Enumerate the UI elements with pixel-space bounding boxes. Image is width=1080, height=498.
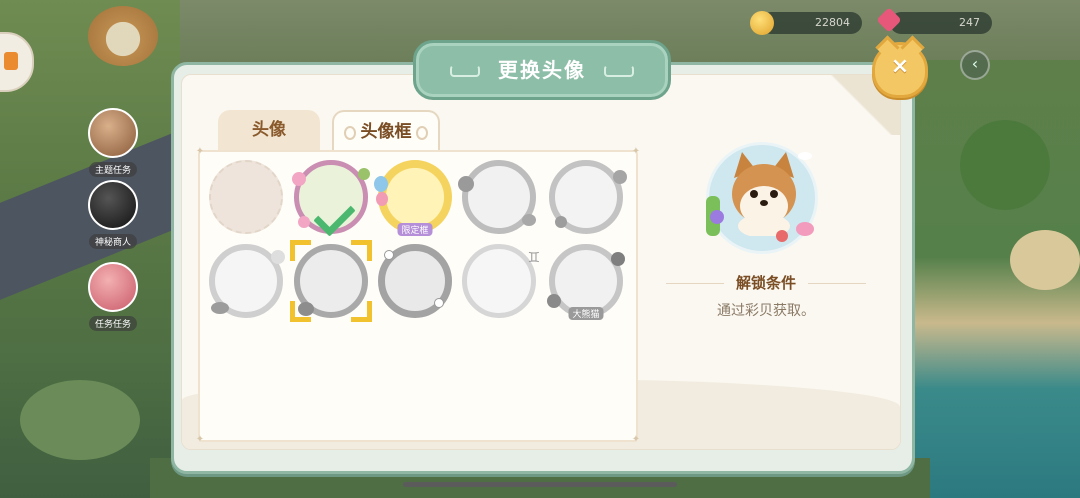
pearl-decoration bbox=[384, 250, 394, 260]
left-icon-2[interactable]: 神秘商人 bbox=[78, 180, 148, 249]
left-icon-3[interactable]: 任务任务 bbox=[78, 262, 148, 331]
player-avatar-hud[interactable] bbox=[88, 6, 158, 66]
frame-item-blossom-cloud[interactable] bbox=[209, 244, 285, 318]
frame-tag: 限定框 bbox=[397, 223, 433, 236]
frame-item-panda-friends[interactable]: 大熊猫 bbox=[547, 244, 625, 320]
frame-ring bbox=[209, 160, 283, 234]
frame-item-balloon-party[interactable]: 限定框 bbox=[374, 160, 452, 236]
starfish-decoration bbox=[776, 230, 788, 242]
selection-corner bbox=[290, 301, 311, 322]
dialog-title: 更换头像 bbox=[498, 58, 586, 82]
panda-decoration bbox=[611, 252, 625, 266]
shiba-avatar-icon bbox=[732, 152, 796, 236]
avatar-preview bbox=[700, 136, 824, 260]
frame-item-gemini-mark[interactable]: ♊ bbox=[462, 244, 540, 318]
frame-item-seashell[interactable] bbox=[290, 240, 372, 322]
flower-decoration bbox=[298, 216, 310, 228]
ornament-decoration bbox=[555, 216, 567, 228]
frame-tag: 大熊猫 bbox=[568, 307, 604, 320]
frame-item-tropical-leaf[interactable] bbox=[458, 160, 536, 234]
ornament-decoration bbox=[613, 170, 627, 184]
close-button[interactable]: × bbox=[872, 42, 928, 98]
pearl-decoration bbox=[434, 298, 444, 308]
frame-item-empty[interactable] bbox=[209, 160, 283, 234]
selection-corner bbox=[351, 301, 372, 322]
seagull-decoration bbox=[798, 152, 812, 160]
tab-avatar[interactable]: 头像 bbox=[218, 110, 320, 150]
selection-corner bbox=[290, 240, 311, 261]
balloon-decoration bbox=[374, 176, 388, 192]
coin-icon bbox=[750, 11, 774, 35]
corner-ornament: ✦ bbox=[631, 434, 641, 445]
left-icon-1[interactable]: 主题任务 bbox=[78, 108, 148, 177]
close-icon: × bbox=[890, 54, 910, 79]
corner-ornament: ✦ bbox=[195, 146, 205, 157]
tab-decoration bbox=[416, 126, 428, 140]
shell-decoration bbox=[796, 222, 814, 236]
event-icon bbox=[88, 108, 138, 158]
gem-counter[interactable]: 247 bbox=[890, 12, 992, 34]
frame-item-garden-gate[interactable] bbox=[549, 160, 627, 234]
left-icon-label: 任务任务 bbox=[88, 316, 137, 331]
tab-avatar-frame[interactable]: 头像框 bbox=[332, 110, 440, 152]
merchant-icon bbox=[88, 180, 138, 230]
balloon-decoration bbox=[376, 192, 388, 206]
cloud-decoration bbox=[211, 302, 229, 314]
frame-item-pearl-vine[interactable] bbox=[378, 244, 452, 318]
coin-counter[interactable]: 22804 bbox=[760, 12, 862, 34]
task-icon bbox=[88, 262, 138, 312]
divider-right bbox=[808, 283, 866, 284]
coin-value: 22804 bbox=[815, 16, 850, 29]
bg-tree bbox=[20, 380, 140, 460]
unlock-condition-text: 通过彩贝获取。 bbox=[717, 303, 815, 319]
leaf-decoration bbox=[358, 168, 370, 180]
dialog-title-ribbon: 更换头像 bbox=[413, 40, 671, 100]
home-indicator[interactable] bbox=[403, 482, 677, 487]
coral-decoration bbox=[710, 210, 724, 224]
corner-ornament: ✦ bbox=[631, 146, 641, 157]
bg-sand bbox=[1010, 230, 1080, 290]
tab-avatar-frame-label: 头像框 bbox=[360, 122, 412, 142]
shell-decoration bbox=[522, 214, 536, 226]
gemini-symbol-icon: ♊ bbox=[527, 250, 540, 266]
corner-ornament: ✦ bbox=[195, 434, 205, 445]
frame-ring bbox=[462, 244, 536, 318]
back-arrow-button[interactable]: ‹ bbox=[960, 50, 990, 80]
tab-decoration bbox=[344, 126, 356, 140]
selection-corner bbox=[351, 240, 372, 261]
frame-item-flower-wreath[interactable] bbox=[292, 160, 370, 237]
left-icon-label: 主题任务 bbox=[88, 162, 137, 177]
flower-decoration bbox=[292, 172, 306, 186]
bg-tree bbox=[960, 120, 1050, 210]
left-icon-label: 神秘商人 bbox=[88, 234, 137, 249]
gem-value: 247 bbox=[959, 16, 980, 29]
flower-decoration bbox=[271, 250, 285, 264]
menu-icon bbox=[4, 52, 18, 70]
leaf-decoration bbox=[458, 176, 474, 192]
panda-decoration bbox=[547, 294, 561, 308]
